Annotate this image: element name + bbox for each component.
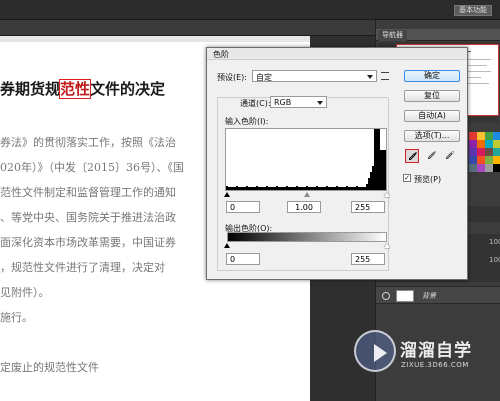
watermark-circle-icon xyxy=(354,330,396,372)
white-eyedropper-button[interactable] xyxy=(443,149,457,163)
swatch[interactable] xyxy=(469,148,477,156)
histogram xyxy=(225,128,387,191)
swatch[interactable] xyxy=(493,140,500,148)
document-line: 定废止的规范性文件 xyxy=(0,361,99,374)
document-line: 面深化资本市场改革需要，中国证券 xyxy=(0,236,176,249)
document-line: 券法》的贯彻落实工作，按照《法治 xyxy=(0,136,176,149)
navigator-tab[interactable]: 导航器 xyxy=(378,30,407,41)
document-line: 见附件）。 xyxy=(0,286,50,299)
black-point-handle[interactable] xyxy=(224,192,230,197)
opacity-value[interactable]: 100 xyxy=(489,238,500,250)
swatch[interactable] xyxy=(477,156,485,164)
swatch[interactable] xyxy=(469,132,477,140)
output-black-value[interactable] xyxy=(227,254,259,264)
input-white-value[interactable] xyxy=(352,202,384,212)
document-line: ，规范性文件进行了清理，决定对 xyxy=(0,261,165,274)
swatch[interactable] xyxy=(469,164,477,172)
watermark-title: 溜溜自学 xyxy=(400,341,472,361)
document-line: 020年）》（中发〔2015〕36号）、《国 xyxy=(0,161,184,174)
workspace-switcher-button[interactable]: 基本功能 xyxy=(454,5,492,16)
output-white-handle[interactable] xyxy=(384,243,390,248)
swatches-panel[interactable] xyxy=(469,132,500,200)
input-levels-slider[interactable] xyxy=(224,192,390,198)
fill-value[interactable]: 100 xyxy=(489,256,500,268)
input-levels-label: 输入色阶(I): xyxy=(225,117,269,126)
watermark-logo: 溜溜自学 ZIXUE.3D66.COM xyxy=(350,326,490,384)
channel-label: 通道(C): xyxy=(240,99,271,108)
watermark-url: ZIXUE.3D66.COM xyxy=(401,361,469,369)
gray-eyedropper-icon xyxy=(428,151,436,159)
input-gamma-value[interactable] xyxy=(288,202,320,212)
options-button[interactable]: 选项(T)... xyxy=(404,130,460,142)
title-highlight: 范性 xyxy=(59,79,92,99)
preset-value: 自定 xyxy=(256,73,272,82)
document-line: 、等党中央、国务院关于推进法治政 xyxy=(0,211,176,224)
swatch[interactable] xyxy=(493,156,500,164)
navigator-panel-header: 导航器 xyxy=(376,29,500,41)
document-line: 范性文件制定和监督管理工作的通知 xyxy=(0,186,176,199)
dialog-title-bar[interactable]: 色阶 xyxy=(207,48,467,60)
chevron-down-icon xyxy=(317,101,323,105)
input-white-field[interactable] xyxy=(351,201,385,213)
white-eyedropper-icon xyxy=(446,150,455,159)
gray-eyedropper-button[interactable] xyxy=(425,149,439,163)
black-eyedropper-button[interactable] xyxy=(405,149,419,163)
preview-checkbox[interactable]: ✓ xyxy=(403,174,411,182)
document-title: 券期货规范性文件的决定 xyxy=(0,78,165,99)
swatch[interactable] xyxy=(469,140,477,148)
input-gamma-field[interactable] xyxy=(287,201,321,213)
chevron-down-icon xyxy=(367,75,373,79)
swatch[interactable] xyxy=(485,140,493,148)
app-menu-bar: 基本功能 xyxy=(0,0,500,20)
white-point-handle[interactable] xyxy=(384,192,390,197)
preset-label: 预设(E): xyxy=(217,73,247,82)
document-tab-strip xyxy=(0,20,375,36)
input-black-field[interactable] xyxy=(226,201,260,213)
auto-button[interactable]: 自动(A) xyxy=(404,110,460,122)
levels-dialog: 色阶 预设(E): 自定 通道(C): RGB 输入色阶(I): 输出色阶(O)… xyxy=(206,47,468,280)
output-white-field[interactable] xyxy=(351,253,385,265)
document-line: 施行。 xyxy=(0,311,33,324)
preset-options-icon[interactable] xyxy=(381,72,389,80)
reset-button[interactable]: 复位 xyxy=(404,90,460,102)
preset-select[interactable]: 自定 xyxy=(252,70,377,82)
channel-value: RGB xyxy=(274,98,292,107)
swatch[interactable] xyxy=(493,132,500,140)
output-levels-slider[interactable] xyxy=(224,243,390,249)
preview-label: 预览(P) xyxy=(414,175,442,184)
swatch[interactable] xyxy=(469,156,477,164)
swatch[interactable] xyxy=(477,164,485,172)
swatch[interactable] xyxy=(477,148,485,156)
ok-button[interactable]: 确定 xyxy=(404,70,460,82)
swatch[interactable] xyxy=(485,164,493,172)
output-white-value[interactable] xyxy=(352,254,384,264)
black-eyedropper-icon xyxy=(409,152,417,160)
title-suffix: 文件的决定 xyxy=(90,80,166,98)
dialog-title: 色阶 xyxy=(213,50,229,59)
eye-icon[interactable] xyxy=(382,292,390,300)
title-prefix: 券期货规 xyxy=(0,80,61,98)
swatch[interactable] xyxy=(485,148,493,156)
layer-name: 背景 xyxy=(422,292,436,300)
swatch[interactable] xyxy=(477,132,485,140)
channel-select[interactable]: RGB xyxy=(270,96,327,108)
document-top-margin xyxy=(0,36,310,42)
swatch[interactable] xyxy=(485,132,493,140)
output-black-field[interactable] xyxy=(226,253,260,265)
output-black-handle[interactable] xyxy=(224,243,230,248)
output-gradient-bar xyxy=(227,232,387,242)
play-icon xyxy=(374,344,387,362)
histogram-bar xyxy=(384,150,386,190)
layer-row-background[interactable]: 背景 xyxy=(376,286,500,304)
swatch[interactable] xyxy=(493,164,500,172)
input-black-value[interactable] xyxy=(227,202,259,212)
layer-thumbnail xyxy=(396,290,414,302)
gamma-handle[interactable] xyxy=(304,192,310,197)
swatch[interactable] xyxy=(493,148,500,156)
swatch[interactable] xyxy=(485,156,493,164)
swatch[interactable] xyxy=(477,140,485,148)
